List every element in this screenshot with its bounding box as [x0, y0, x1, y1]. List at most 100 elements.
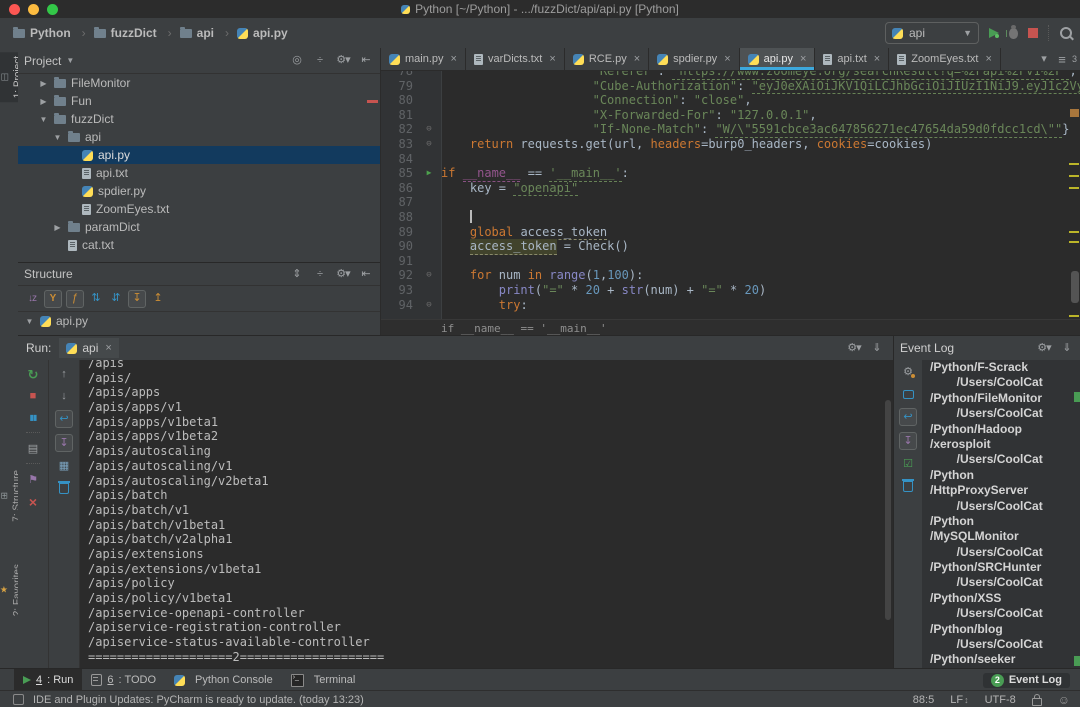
- collapse-all-icon[interactable]: [312, 266, 328, 282]
- show-supertypes-icon[interactable]: [44, 290, 62, 308]
- settings-icon[interactable]: [335, 266, 351, 282]
- tree-item[interactable]: ▼api: [18, 128, 380, 146]
- gutter-icon[interactable]: [417, 181, 441, 196]
- softwrap-icon[interactable]: [899, 408, 917, 426]
- tree-item[interactable]: ▶Fun: [18, 92, 380, 110]
- hector-face-icon[interactable]: ☺: [1058, 693, 1070, 707]
- hide-icon[interactable]: [358, 53, 374, 69]
- notification-icon[interactable]: [13, 694, 24, 705]
- gutter-icon[interactable]: [417, 93, 441, 108]
- editor-breadcrumb[interactable]: if __name__ == '__main__': [381, 319, 1080, 336]
- structure-panel-title[interactable]: Structure: [24, 267, 73, 281]
- sep-icon[interactable]: [26, 463, 40, 466]
- tree-arrow-icon[interactable]: ▶: [38, 79, 49, 88]
- tree-item[interactable]: cat.txt: [18, 236, 380, 254]
- gutter-icon[interactable]: [417, 152, 441, 167]
- editor-tab[interactable]: ZoomEyes.txt: [889, 48, 1001, 70]
- tree-arrow-icon[interactable]: ▼: [38, 115, 49, 124]
- caret-position[interactable]: 88:5: [913, 694, 934, 706]
- tree-arrow-icon[interactable]: ▶: [52, 223, 63, 232]
- dock-icon[interactable]: [1059, 340, 1075, 356]
- tree-item[interactable]: api.txt: [18, 164, 380, 182]
- rerun-icon[interactable]: [25, 366, 41, 382]
- run-button[interactable]: [989, 28, 999, 38]
- editor-tab[interactable]: main.py: [381, 48, 466, 70]
- event-log-content[interactable]: /Python/F-Scrack /Users/CoolCat/Python/F…: [922, 360, 1080, 669]
- tree-arrow-icon[interactable]: ▼: [52, 133, 63, 142]
- editor-tab[interactable]: api.py: [740, 48, 816, 70]
- console-scrollbar[interactable]: [885, 400, 891, 620]
- close-icon[interactable]: [724, 53, 730, 65]
- close-icon[interactable]: [549, 53, 555, 65]
- tree-arrow-icon[interactable]: ▶: [38, 97, 49, 106]
- trash-icon[interactable]: [56, 480, 72, 496]
- status-message[interactable]: IDE and Plugin Updates: PyCharm is ready…: [33, 694, 364, 706]
- autoscroll-to-source-icon[interactable]: [128, 290, 146, 308]
- run-console[interactable]: /apis/apis//apis/apps/apis/apps/v1/apis/…: [79, 360, 893, 669]
- debug-button[interactable]: [1009, 28, 1018, 39]
- checkmark-icon[interactable]: [900, 456, 916, 472]
- scrollend-icon[interactable]: [899, 432, 917, 450]
- close-icon[interactable]: [451, 53, 457, 65]
- stripe-button-structure[interactable]: ⊞ 7: Structure: [0, 466, 18, 526]
- gutter-icon[interactable]: [417, 195, 441, 210]
- tree-item[interactable]: spdier.py: [18, 182, 380, 200]
- down-icon[interactable]: [56, 388, 72, 404]
- structure-root[interactable]: ▼ api.py: [18, 312, 380, 330]
- settings-icon[interactable]: [846, 340, 862, 356]
- file-encoding[interactable]: UTF-8: [985, 694, 1016, 706]
- event-log-button[interactable]: 2 Event Log: [983, 673, 1070, 688]
- close-icon[interactable]: [105, 342, 111, 354]
- breadcrumb-item[interactable]: fuzzDict: [91, 26, 175, 40]
- editor-tab[interactable]: varDicts.txt: [466, 48, 565, 70]
- editor-scrollbar[interactable]: [1071, 271, 1079, 303]
- gutter-icon[interactable]: [417, 268, 441, 283]
- breadcrumb-item[interactable]: Python: [10, 26, 89, 40]
- tree-item[interactable]: ▼fuzzDict: [18, 110, 380, 128]
- close-icon[interactable]: [634, 53, 640, 65]
- settings-icon[interactable]: [1036, 340, 1052, 356]
- run-config-select[interactable]: api ▼: [885, 22, 979, 44]
- breadcrumb-item[interactable]: api: [177, 26, 232, 40]
- chevron-down-icon[interactable]: [1036, 51, 1052, 67]
- gutter-icon[interactable]: [417, 283, 441, 298]
- pin-icon[interactable]: [25, 472, 41, 488]
- line-separator-widget[interactable]: LF↕: [950, 694, 968, 706]
- filter-icon[interactable]: [900, 364, 916, 380]
- softwrap-icon[interactable]: [55, 410, 73, 428]
- hide-icon[interactable]: [358, 266, 374, 282]
- editor-tab[interactable]: spdier.py: [649, 48, 739, 70]
- close-icon[interactable]: [800, 53, 806, 65]
- expand-level-icon[interactable]: [88, 291, 104, 307]
- gutter-icon[interactable]: [417, 79, 441, 94]
- dock-icon[interactable]: [869, 340, 885, 356]
- autoscroll-from-source-icon[interactable]: [150, 291, 166, 307]
- gutter-icon[interactable]: [417, 239, 441, 254]
- trash-icon[interactable]: [900, 478, 916, 494]
- locate-icon[interactable]: [289, 53, 305, 69]
- show-properties-icon[interactable]: [66, 290, 84, 308]
- up-icon[interactable]: [56, 366, 72, 382]
- gutter-icon[interactable]: [417, 254, 441, 269]
- breadcrumb-item[interactable]: api.py: [234, 26, 291, 40]
- lock-icon[interactable]: [1032, 698, 1042, 706]
- editor-tab[interactable]: api.txt: [815, 48, 889, 70]
- toolwindow-button[interactable]: Terminal: [282, 669, 365, 691]
- run-tab[interactable]: api: [59, 338, 118, 358]
- gutter-icon[interactable]: [417, 108, 441, 123]
- gutter-icon[interactable]: [417, 166, 441, 181]
- scrollend-icon[interactable]: [55, 434, 73, 452]
- console-layout-icon[interactable]: [25, 441, 41, 457]
- stripe-button-project[interactable]: ◫ 1: Project: [0, 52, 18, 102]
- expand-all-icon[interactable]: [289, 266, 305, 282]
- toolwindow-button[interactable]: 6: TODO: [82, 669, 165, 691]
- toolwindow-button[interactable]: Python Console: [165, 669, 282, 691]
- code-area[interactable]: 78"Referer": "https://www.zoomeye.org/se…: [381, 71, 1080, 319]
- gutter-icon[interactable]: [417, 137, 441, 152]
- collapse-all-icon[interactable]: [312, 53, 328, 69]
- toolwindow-button[interactable]: 4: Run: [14, 669, 82, 691]
- tree-item[interactable]: api.py: [18, 146, 380, 164]
- gutter-icon[interactable]: [417, 71, 441, 79]
- gutter-icon[interactable]: [417, 210, 441, 225]
- tree-arrow-icon[interactable]: ▼: [24, 317, 35, 326]
